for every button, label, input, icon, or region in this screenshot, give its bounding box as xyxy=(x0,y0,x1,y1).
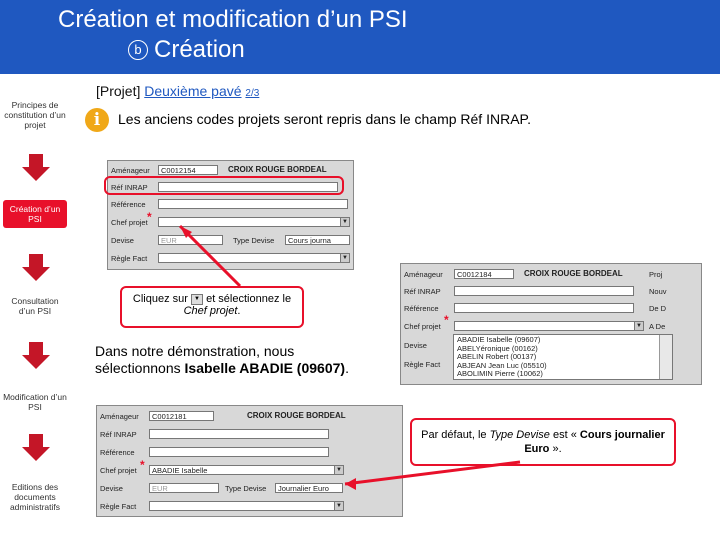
slide-subtitle-text: Création xyxy=(154,36,245,63)
chevron-down-icon[interactable]: ▼ xyxy=(340,254,349,262)
reference-field[interactable] xyxy=(454,303,634,313)
devise-label: Devise xyxy=(111,236,134,245)
amenageur-label: Aménageur xyxy=(111,166,150,175)
organisation-name: CROIX ROUGE BORDEAL xyxy=(228,165,327,174)
amenageur-label: Aménageur xyxy=(100,412,139,421)
breadcrumb: [Projet] Deuxième pavé 2/3 xyxy=(96,83,259,99)
chef-projet-label: Chef projet xyxy=(100,466,137,475)
down-arrow-icon xyxy=(22,154,50,182)
demo-text-part: sélectionnons xyxy=(95,360,181,376)
step-principes[interactable]: Principes de constitution d’un projet xyxy=(3,100,67,130)
callout-text: Cliquez sur xyxy=(132,293,188,305)
chevron-down-icon[interactable]: ▼ xyxy=(334,466,343,474)
type-devise-label: Type Devise xyxy=(233,236,275,245)
required-asterisk: * xyxy=(444,313,449,327)
amenageur-label: Aménageur xyxy=(404,270,443,279)
side-label: A De xyxy=(649,322,666,331)
demo-line-1: Dans notre démonstration, nous xyxy=(95,343,295,359)
regle-fact-label: Règle Fact xyxy=(100,502,137,511)
info-icon: i xyxy=(85,108,109,132)
type-devise-select[interactable]: Cours journa xyxy=(285,235,350,245)
slide-subtitle: b Création xyxy=(128,36,245,64)
demo-selected-name: Isabelle ABADIE (09607) xyxy=(184,360,346,376)
organisation-name: CROIX ROUGE BORDEAL xyxy=(247,411,346,420)
chef-projet-label: Chef projet xyxy=(111,218,148,227)
side-label: Nouv xyxy=(649,287,667,296)
callout-text: Par défaut, le xyxy=(421,429,487,441)
amenageur-field[interactable]: C0012184 xyxy=(454,269,514,279)
ref-inrap-label: Réf INRAP xyxy=(404,287,441,296)
chevron-down-icon[interactable]: ▼ xyxy=(340,218,349,226)
chef-projet-select[interactable]: ▼ xyxy=(158,217,350,227)
callout-text: et sélectionnez le xyxy=(206,293,292,305)
dropdown-button-icon: ▼ xyxy=(191,293,204,305)
reference-field[interactable] xyxy=(158,199,348,209)
type-devise-select[interactable]: Journalier Euro xyxy=(275,483,343,493)
organisation-name: CROIX ROUGE BORDEAL xyxy=(524,269,623,278)
chef-projet-dropdown-list[interactable]: ABADIE Isabelle (09607) ABELYéronique (0… xyxy=(453,334,673,380)
breadcrumb-link[interactable]: Deuxième pavé xyxy=(144,83,241,99)
callout-text: est « xyxy=(553,429,577,441)
list-item[interactable]: ABOLIMIN Pierre (10062) xyxy=(457,369,669,379)
devise-label: Devise xyxy=(404,341,427,350)
slide-header: Création et modification d’un PSI b Créat… xyxy=(0,0,720,74)
step-modification[interactable]: Modification d’un PSI xyxy=(3,392,67,412)
demo-text: Dans notre démonstration, nous sélection… xyxy=(95,343,349,377)
down-arrow-icon xyxy=(22,434,50,462)
callout-select-chef: Cliquez sur ▼ et sélectionnez le Chef pr… xyxy=(120,286,304,328)
step-consultation[interactable]: Consultation d’un PSI xyxy=(3,296,67,316)
devise-label: Devise xyxy=(100,484,123,493)
ref-inrap-field[interactable] xyxy=(149,429,329,439)
devise-select[interactable]: EUR xyxy=(149,483,219,493)
down-arrow-icon xyxy=(22,254,50,282)
demo-line-2: sélectionnons Isabelle ABADIE (09607). xyxy=(95,360,349,377)
chef-projet-select[interactable]: ▼ xyxy=(454,321,644,331)
regle-fact-label: Règle Fact xyxy=(111,254,148,263)
amenageur-field[interactable]: C0012181 xyxy=(149,411,214,421)
ref-inrap-label: Réf INRAP xyxy=(100,430,137,439)
step-creation[interactable]: Création d’un PSI xyxy=(3,200,67,228)
chevron-down-icon[interactable]: ▼ xyxy=(634,322,643,330)
breadcrumb-page[interactable]: 2/3 xyxy=(245,88,259,99)
step-number-icon: b xyxy=(128,40,148,60)
scrollbar[interactable] xyxy=(659,335,672,379)
highlight-ref-inrap xyxy=(104,176,344,195)
callout-text: . xyxy=(237,305,241,317)
side-label: De D xyxy=(649,304,667,313)
reference-label: Référence xyxy=(111,200,146,209)
amenageur-field[interactable]: C0012154 xyxy=(158,165,218,175)
chef-projet-value: ABADIE Isabelle xyxy=(152,466,208,475)
regle-fact-select[interactable]: ▼ xyxy=(149,501,344,511)
step-editions[interactable]: Editions des documents administratifs xyxy=(3,482,67,512)
chef-projet-label: Chef projet xyxy=(404,322,441,331)
side-label: Proj xyxy=(649,270,663,279)
required-asterisk: * xyxy=(147,210,152,224)
chevron-down-icon[interactable]: ▼ xyxy=(334,502,343,510)
regle-fact-label: Règle Fact xyxy=(404,360,441,369)
step-navigation: Principes de constitution d’un projet Cr… xyxy=(0,74,78,540)
info-note: Les anciens codes projets seront repris … xyxy=(118,111,531,127)
slide-title: Création et modification d’un PSI xyxy=(58,6,408,33)
breadcrumb-prefix: [Projet] xyxy=(96,83,141,99)
down-arrow-icon xyxy=(22,342,50,370)
chef-projet-select[interactable]: ABADIE Isabelle ▼ xyxy=(149,465,344,475)
regle-fact-select[interactable]: ▼ xyxy=(158,253,350,263)
reference-field[interactable] xyxy=(149,447,329,457)
callout-default-devise: Par défaut, le Type Devise est « Cours j… xyxy=(410,418,676,466)
callout-emphasis: Chef projet xyxy=(183,305,238,317)
devise-select[interactable]: EUR xyxy=(158,235,223,245)
callout-text: ». xyxy=(552,443,562,455)
type-devise-label: Type Devise xyxy=(225,484,267,493)
demo-text-part: . xyxy=(345,360,349,376)
callout-emphasis: Type Devise xyxy=(489,429,550,441)
required-asterisk: * xyxy=(140,458,145,472)
ref-inrap-field[interactable] xyxy=(454,286,634,296)
reference-label: Référence xyxy=(100,448,135,457)
reference-label: Référence xyxy=(404,304,439,313)
